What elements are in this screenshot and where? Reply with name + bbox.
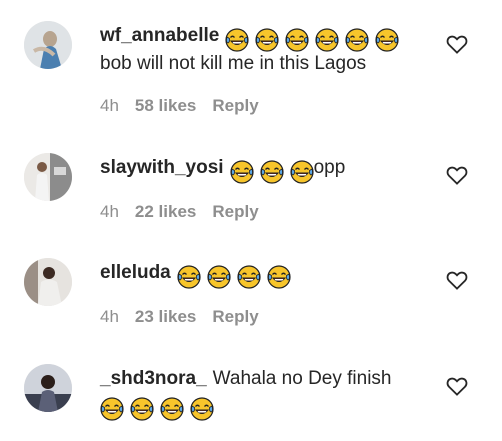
like-heart-icon[interactable] — [446, 376, 468, 396]
face-with-tears-of-joy-icon — [207, 265, 231, 289]
face-with-tears-of-joy-icon — [289, 160, 314, 184]
avatar[interactable] — [24, 21, 72, 69]
comment-line: slaywith_yosi opp — [100, 156, 345, 184]
face-with-tears-of-joy-icon — [315, 28, 339, 52]
comment-text: opp — [313, 157, 346, 178]
face-with-tears-of-joy-icon — [259, 160, 284, 184]
avatar[interactable] — [24, 364, 72, 412]
reply-button[interactable]: Reply — [212, 202, 258, 221]
like-heart-icon[interactable] — [446, 34, 468, 54]
comment-meta: 4h 58 likes Reply — [100, 96, 275, 116]
reply-button[interactable]: Reply — [212, 96, 258, 115]
face-with-tears-of-joy-icon — [285, 28, 309, 52]
likes-count[interactable]: 23 likes — [135, 307, 196, 326]
comment-text: Wahala no Dey finish — [212, 368, 392, 389]
username-link[interactable]: slaywith_yosi — [100, 157, 224, 178]
face-with-tears-of-joy-icon — [267, 265, 291, 289]
avatar[interactable] — [24, 258, 72, 306]
like-heart-icon[interactable] — [446, 165, 468, 185]
comment-emoji-line — [100, 393, 220, 421]
face-with-tears-of-joy-icon — [160, 397, 184, 421]
face-with-tears-of-joy-icon — [100, 397, 124, 421]
emoji-group — [177, 265, 297, 289]
face-with-tears-of-joy-icon — [225, 28, 249, 52]
face-with-tears-of-joy-icon — [375, 28, 399, 52]
likes-count[interactable]: 22 likes — [135, 202, 196, 221]
username-link[interactable]: wf_annabelle — [100, 25, 219, 46]
reply-button[interactable]: Reply — [212, 307, 258, 326]
face-with-tears-of-joy-icon — [255, 28, 279, 52]
timestamp: 4h — [100, 307, 119, 326]
comment-meta: 4h 23 likes Reply — [100, 307, 275, 327]
comment-line: wf_annabelle — [100, 24, 405, 52]
emoji-group — [100, 397, 220, 421]
comment-meta: 4h 22 likes Reply — [100, 202, 275, 222]
timestamp: 4h — [100, 96, 119, 115]
emoji-group — [225, 28, 405, 52]
likes-count[interactable]: 58 likes — [135, 96, 196, 115]
comment-line: elleluda — [100, 261, 297, 289]
face-with-tears-of-joy-icon — [190, 397, 214, 421]
username-link[interactable]: elleluda — [100, 262, 171, 283]
comment-text-line2: bob will not kill me in this Lagos — [100, 53, 367, 74]
comment-line: _shd3nora_ Wahala no Dey finish — [100, 367, 392, 391]
like-heart-icon[interactable] — [446, 270, 468, 290]
face-with-tears-of-joy-icon — [177, 265, 201, 289]
face-with-tears-of-joy-icon — [229, 160, 254, 184]
avatar[interactable] — [24, 153, 72, 201]
face-with-tears-of-joy-icon — [130, 397, 154, 421]
timestamp: 4h — [100, 202, 119, 221]
face-with-tears-of-joy-icon — [345, 28, 369, 52]
username-link[interactable]: _shd3nora_ — [100, 368, 207, 389]
face-with-tears-of-joy-icon — [237, 265, 261, 289]
emoji-group — [229, 160, 320, 184]
